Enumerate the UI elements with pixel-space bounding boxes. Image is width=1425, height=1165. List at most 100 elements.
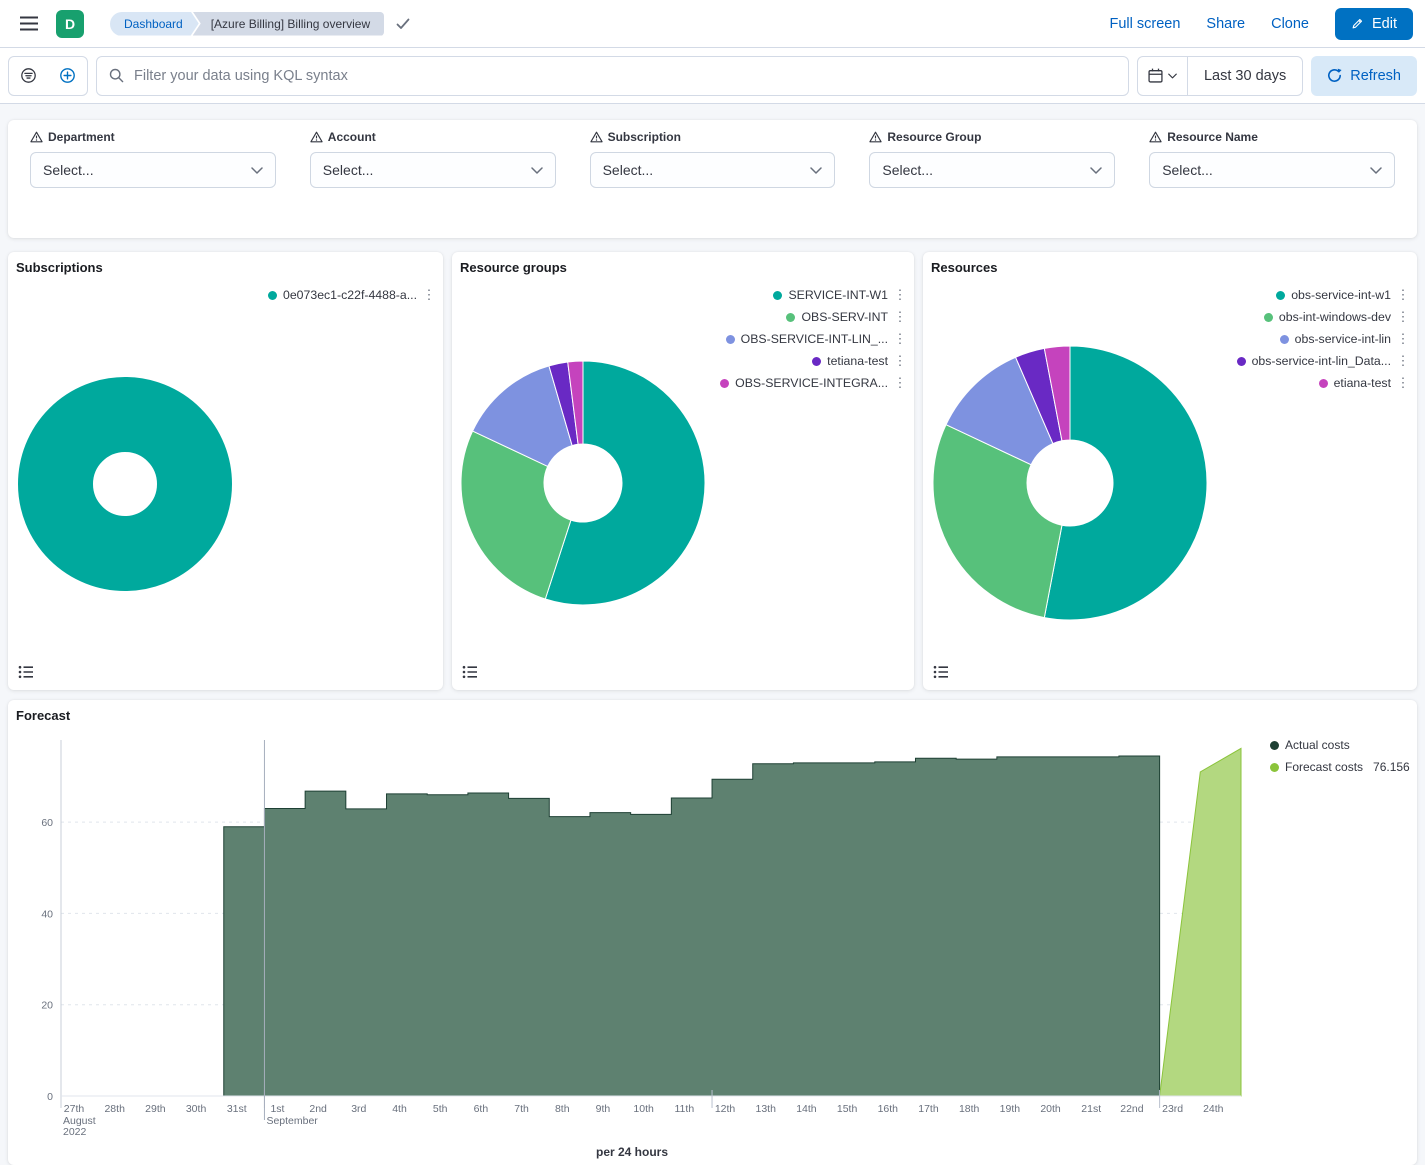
filter-resource-name: Resource Name Select... bbox=[1149, 130, 1395, 188]
svg-text:6th: 6th bbox=[474, 1103, 489, 1115]
filter-label: Resource Name bbox=[1167, 130, 1258, 144]
legend-item[interactable]: Forecast costs 76.156 bbox=[1270, 756, 1410, 778]
chart-legend: 0e073ec1-c22f-4488-a...⋮ bbox=[268, 284, 439, 306]
legend-item-menu-button[interactable]: ⋮ bbox=[890, 374, 910, 392]
legend-item: OBS-SERVICE-INTEGRA...⋮ bbox=[720, 372, 910, 394]
filter-select-resource-name[interactable]: Select... bbox=[1149, 152, 1395, 188]
legend-item-menu-button[interactable]: ⋮ bbox=[419, 286, 439, 304]
svg-text:5th: 5th bbox=[433, 1103, 448, 1115]
warning-icon bbox=[869, 131, 882, 143]
legend-item-menu-button[interactable]: ⋮ bbox=[890, 330, 910, 348]
legend-color-dot bbox=[1280, 335, 1289, 344]
legend-list-icon bbox=[18, 665, 34, 679]
filter-select-subscription[interactable]: Select... bbox=[590, 152, 836, 188]
edit-button-label: Edit bbox=[1372, 16, 1397, 32]
panel-title: Resource groups bbox=[460, 260, 567, 275]
legend-item-menu-button[interactable]: ⋮ bbox=[1393, 286, 1413, 304]
panel-title: Forecast bbox=[16, 708, 70, 723]
legend-toggle-button[interactable] bbox=[458, 660, 482, 684]
menu-button[interactable] bbox=[12, 7, 46, 41]
clone-link[interactable]: Clone bbox=[1271, 16, 1309, 32]
legend-color-dot bbox=[1276, 291, 1285, 300]
legend-label[interactable]: obs-service-int-w1 bbox=[1291, 288, 1391, 302]
svg-text:24th: 24th bbox=[1203, 1103, 1224, 1115]
select-placeholder: Select... bbox=[882, 162, 933, 178]
svg-text:0: 0 bbox=[47, 1091, 53, 1103]
breadcrumb-dashboard[interactable]: Dashboard bbox=[110, 12, 199, 36]
chart-legend: obs-service-int-w1⋮obs-int-windows-dev⋮o… bbox=[1237, 284, 1413, 394]
legend-value: 76.156 bbox=[1373, 760, 1410, 774]
space-avatar[interactable]: D bbox=[56, 10, 84, 38]
legend-label[interactable]: OBS-SERVICE-INTEGRA... bbox=[735, 376, 888, 390]
breadcrumb-current-page[interactable]: [Azure Billing] Billing overview bbox=[193, 12, 384, 36]
legend-toggle-button[interactable] bbox=[929, 660, 953, 684]
svg-text:20th: 20th bbox=[1040, 1103, 1061, 1115]
add-filter-button[interactable] bbox=[48, 57, 87, 95]
svg-text:15th: 15th bbox=[837, 1103, 858, 1115]
legend-label[interactable]: tetiana-test bbox=[827, 354, 888, 368]
legend-label[interactable]: OBS-SERV-INT bbox=[801, 310, 888, 324]
edit-button[interactable]: Edit bbox=[1335, 8, 1413, 40]
filter-select-department[interactable]: Select... bbox=[30, 152, 276, 188]
top-header: D Dashboard [Azure Billing] Billing over… bbox=[0, 0, 1425, 48]
warning-icon bbox=[590, 131, 603, 143]
share-link[interactable]: Share bbox=[1206, 16, 1245, 32]
subscriptions-panel: Subscriptions 0e073ec1-c22f-4488-a...⋮ bbox=[8, 252, 443, 690]
legend-color-dot bbox=[773, 291, 782, 300]
donut-slice[interactable] bbox=[56, 415, 195, 554]
svg-text:29th: 29th bbox=[145, 1103, 166, 1115]
date-picker-calendar-button[interactable] bbox=[1138, 57, 1188, 95]
query-toolbar: Last 30 days Refresh bbox=[0, 48, 1425, 104]
svg-text:20: 20 bbox=[41, 1000, 53, 1012]
legend-color-dot bbox=[1237, 357, 1246, 366]
legend-item-menu-button[interactable]: ⋮ bbox=[1393, 352, 1413, 370]
full-screen-link[interactable]: Full screen bbox=[1109, 16, 1180, 32]
pencil-icon bbox=[1351, 17, 1364, 30]
legend-color-dot bbox=[786, 313, 795, 322]
filter-label: Resource Group bbox=[887, 130, 981, 144]
legend-color-dot bbox=[1264, 313, 1273, 322]
svg-text:17th: 17th bbox=[918, 1103, 939, 1115]
forecast-panel: Forecast 020406027th28th29th30th31st1st2… bbox=[8, 700, 1417, 1165]
legend-item[interactable]: Actual costs bbox=[1270, 734, 1410, 756]
legend-item-menu-button[interactable]: ⋮ bbox=[1393, 374, 1413, 392]
legend-item-menu-button[interactable]: ⋮ bbox=[890, 286, 910, 304]
saved-query-menu-button[interactable] bbox=[9, 57, 48, 95]
legend-color-dot bbox=[1319, 379, 1328, 388]
svg-text:30th: 30th bbox=[186, 1103, 207, 1115]
legend-label[interactable]: obs-service-int-lin bbox=[1295, 332, 1391, 346]
filter-subscription: Subscription Select... bbox=[590, 130, 836, 188]
refresh-icon bbox=[1327, 68, 1342, 83]
filter-label: Subscription bbox=[608, 130, 681, 144]
filter-select-account[interactable]: Select... bbox=[310, 152, 556, 188]
search-icon bbox=[109, 68, 124, 83]
legend-item-menu-button[interactable]: ⋮ bbox=[890, 308, 910, 326]
filter-account: AccountSelect... bbox=[310, 130, 556, 188]
refresh-button[interactable]: Refresh bbox=[1311, 56, 1417, 96]
svg-text:23rd: 23rd bbox=[1162, 1103, 1183, 1115]
donut-slice[interactable] bbox=[933, 425, 1062, 618]
time-range-button[interactable]: Last 30 days bbox=[1188, 57, 1302, 95]
legend-label[interactable]: obs-int-windows-dev bbox=[1279, 310, 1391, 324]
legend-item-menu-button[interactable]: ⋮ bbox=[1393, 330, 1413, 348]
filter-select-resource-group[interactable]: Select... bbox=[869, 152, 1115, 188]
legend-item: SERVICE-INT-W1⋮ bbox=[720, 284, 910, 306]
legend-label[interactable]: OBS-SERVICE-INT-LIN_... bbox=[741, 332, 888, 346]
refresh-button-label: Refresh bbox=[1350, 68, 1401, 84]
kql-input[interactable] bbox=[132, 67, 1116, 85]
legend-item: obs-int-windows-dev⋮ bbox=[1237, 306, 1413, 328]
svg-text:27th: 27th bbox=[64, 1103, 85, 1115]
legend-item-menu-button[interactable]: ⋮ bbox=[890, 352, 910, 370]
legend-label[interactable]: obs-service-int-lin_Data... bbox=[1252, 354, 1391, 368]
legend-label[interactable]: etiana-test bbox=[1334, 376, 1391, 390]
svg-text:8th: 8th bbox=[555, 1103, 570, 1115]
chevron-down-icon bbox=[1168, 73, 1177, 79]
chevron-down-icon bbox=[1090, 167, 1102, 174]
svg-text:9th: 9th bbox=[596, 1103, 611, 1115]
charts-row: Subscriptions 0e073ec1-c22f-4488-a...⋮ R… bbox=[8, 252, 1417, 690]
legend-label[interactable]: 0e073ec1-c22f-4488-a... bbox=[283, 288, 417, 302]
legend-toggle-button[interactable] bbox=[14, 660, 38, 684]
legend-label[interactable]: SERVICE-INT-W1 bbox=[788, 288, 888, 302]
legend-item-menu-button[interactable]: ⋮ bbox=[1393, 308, 1413, 326]
warning-icon bbox=[1149, 131, 1162, 143]
